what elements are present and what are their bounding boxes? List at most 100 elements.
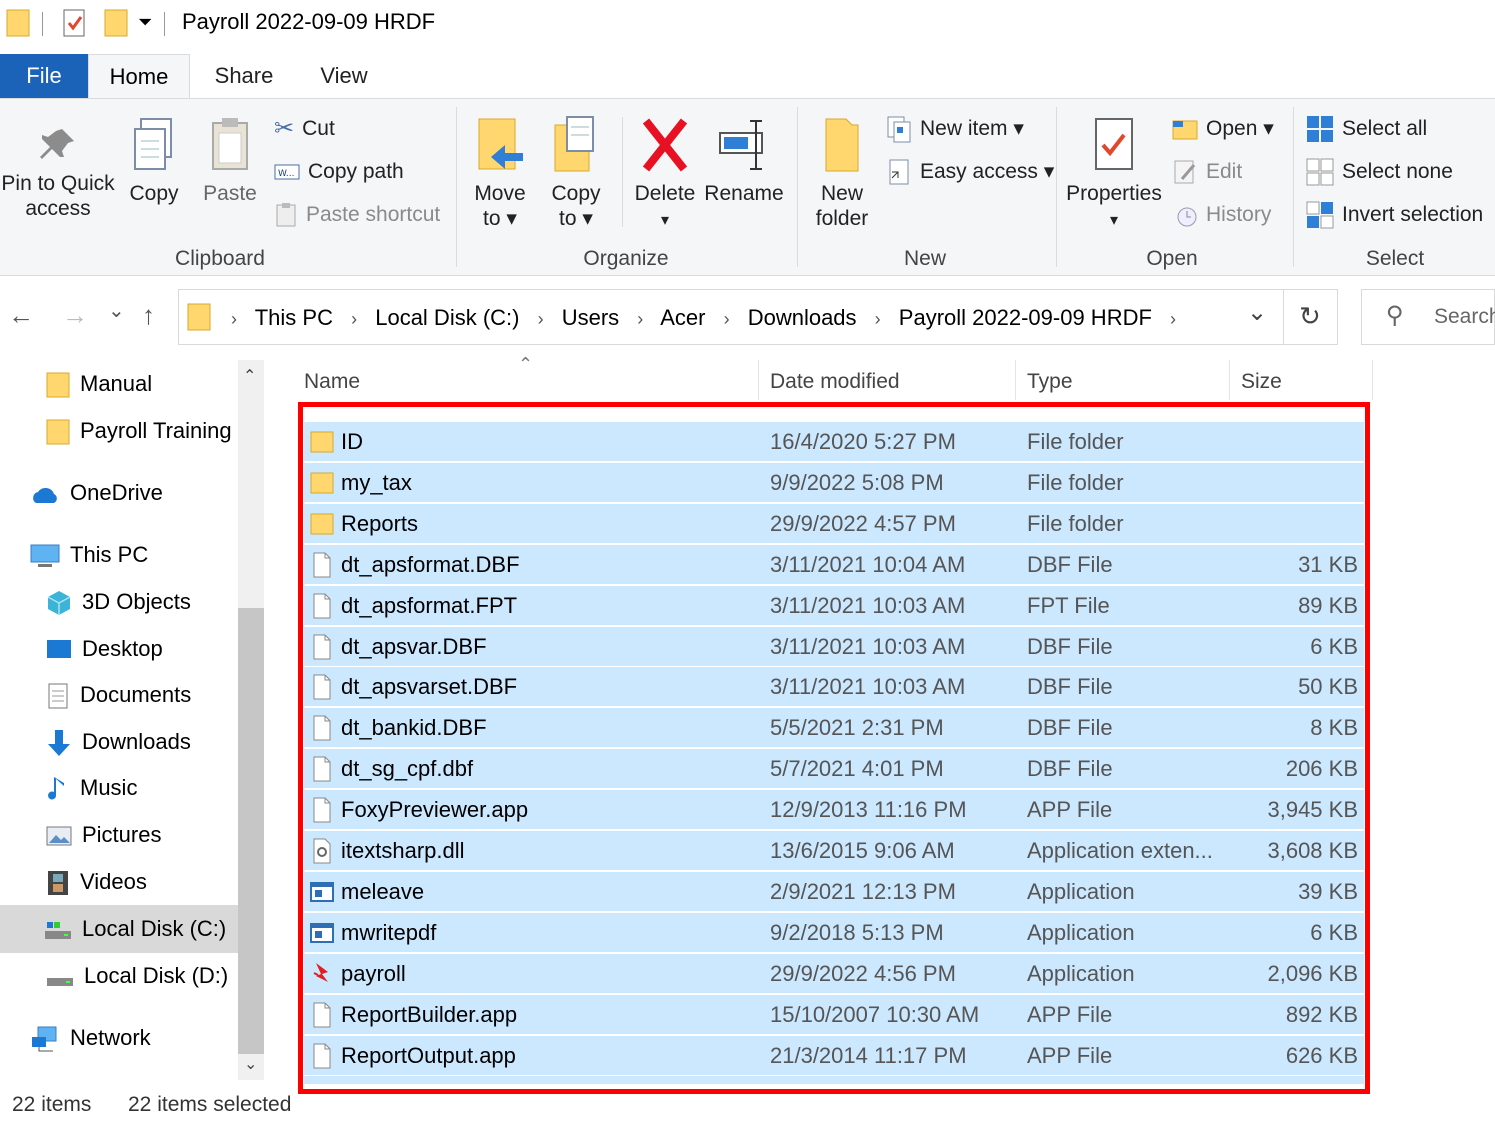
properties-quick-access-icon[interactable] bbox=[62, 8, 88, 40]
file-row[interactable]: dt_apsformat.FPT 3/11/2021 10:03 AM FPT Fi… bbox=[304, 586, 1364, 625]
up-button[interactable]: ↑ bbox=[142, 300, 155, 331]
scroll-down-icon[interactable]: ⌄ bbox=[244, 1054, 257, 1074]
file-row[interactable]: payroll 29/9/2022 4:56 PM Application 2,096… bbox=[304, 954, 1364, 993]
file-row[interactable]: itextsharp.dll 13/6/2015 9:06 AM Applicati… bbox=[304, 831, 1364, 870]
easy-access-button[interactable]: Easy access ▾ bbox=[886, 157, 1054, 187]
refresh-button[interactable]: ↻ bbox=[1299, 301, 1321, 332]
crumb-users[interactable]: Users bbox=[562, 305, 619, 330]
crumb-local-disk-c[interactable]: Local Disk (C:) bbox=[375, 305, 519, 330]
file-row[interactable]: my_tax 9/9/2022 5:08 PM File folder bbox=[304, 463, 1364, 502]
nav-item-payroll-training[interactable]: Payroll Training 2 bbox=[46, 411, 238, 451]
file-name: itextsharp.dll bbox=[341, 838, 465, 863]
file-row[interactable]: dt_apsformat.DBF 3/11/2021 10:04 AM DBF Fi… bbox=[304, 545, 1364, 584]
select-all-icon bbox=[1307, 116, 1333, 143]
copy-label: Copy bbox=[129, 182, 179, 205]
file-row[interactable]: meleave 2/9/2021 12:13 PM Application 39 KB bbox=[304, 872, 1364, 911]
tab-share[interactable]: Share bbox=[196, 54, 292, 98]
edit-button[interactable]: Edit bbox=[1172, 157, 1242, 187]
pin-label-1: Pin to Quick bbox=[1, 172, 115, 195]
pin-to-quick-access-button[interactable]: Pin to Quick access bbox=[0, 125, 116, 221]
file-row[interactable]: Reports 29/9/2022 4:57 PM File folder bbox=[304, 504, 1364, 543]
history-button[interactable]: History bbox=[1172, 200, 1271, 230]
status-item-count: 22 items bbox=[12, 1093, 92, 1116]
divider bbox=[797, 107, 798, 267]
nav-item-manual[interactable]: Manual bbox=[46, 364, 152, 404]
select-none-button[interactable]: Select none bbox=[1306, 157, 1453, 187]
paste-button[interactable]: Paste bbox=[198, 115, 262, 206]
copy-path-button[interactable]: W... Copy path bbox=[274, 157, 404, 187]
crumb-downloads[interactable]: Downloads bbox=[748, 305, 857, 330]
nav-item-local-disk-d[interactable]: Local Disk (D:) bbox=[46, 956, 228, 996]
file-row[interactable]: mwritepdf 9/2/2018 5:13 PM Application 6 KB bbox=[304, 913, 1364, 952]
file-icon bbox=[313, 674, 331, 700]
tab-view[interactable]: View bbox=[300, 54, 388, 98]
scrollbar-thumb[interactable] bbox=[238, 608, 264, 1054]
nav-item-music[interactable]: Music bbox=[46, 768, 137, 808]
status-selected-count: 22 items selected bbox=[128, 1093, 292, 1116]
pin-label-2: access bbox=[25, 197, 91, 220]
file-type: Application bbox=[1027, 920, 1135, 945]
history-clock-icon bbox=[1177, 207, 1197, 227]
search-placeholder[interactable]: Search bbox=[1434, 305, 1495, 329]
nav-item-local-disk-c[interactable]: Local Disk (C:) bbox=[0, 905, 238, 953]
nav-item-videos[interactable]: Videos bbox=[46, 862, 147, 902]
move-to-button[interactable]: Move to ▾ bbox=[468, 115, 532, 231]
column-header-size[interactable]: Size bbox=[1241, 370, 1282, 394]
file-row[interactable]: dt_bankid.DBF 5/5/2021 2:31 PM DBF File 8 K… bbox=[304, 708, 1364, 747]
search-box[interactable]: ⚲ Search bbox=[1361, 289, 1495, 345]
copy-to-button[interactable]: Copy to ▾ bbox=[544, 115, 608, 231]
paste-shortcut-button[interactable]: Paste shortcut bbox=[274, 200, 440, 230]
nav-scrollbar[interactable]: ⌃ ⌄ bbox=[238, 360, 264, 1080]
file-row[interactable]: dt_apsvar.DBF 3/11/2021 10:03 AM DBF File 6… bbox=[304, 627, 1364, 666]
address-bar[interactable]: › This PC › Local Disk (C:) › Users › Ac… bbox=[178, 289, 1338, 345]
column-header-type[interactable]: Type bbox=[1027, 370, 1073, 394]
nav-item-pictures[interactable]: Pictures bbox=[46, 815, 161, 855]
file-date-modified: 12/9/2013 11:16 PM bbox=[770, 797, 967, 822]
scroll-up-icon[interactable]: ⌃ bbox=[243, 366, 256, 386]
file-row[interactable]: dt_apsvarset.DBF 3/11/2021 10:03 AM DBF Fi… bbox=[304, 667, 1364, 706]
crumb-current-folder[interactable]: Payroll 2022-09-09 HRDF bbox=[899, 305, 1152, 330]
tab-file[interactable]: File bbox=[0, 54, 88, 98]
new-folder-quick-access-icon[interactable] bbox=[104, 8, 128, 38]
open-button[interactable]: Open ▾ bbox=[1172, 114, 1274, 144]
nav-item-onedrive[interactable]: OneDrive bbox=[30, 473, 163, 513]
file-row[interactable]: ReportBuilder.app 15/10/2007 10:30 AM APP … bbox=[304, 995, 1364, 1034]
column-header-name[interactable]: Name bbox=[304, 370, 360, 394]
file-row-partial[interactable] bbox=[304, 1076, 1364, 1084]
file-row[interactable]: ID 16/4/2020 5:27 PM File folder bbox=[304, 422, 1364, 461]
rename-button[interactable]: Rename bbox=[704, 115, 784, 206]
copy-button[interactable]: Copy bbox=[124, 115, 184, 206]
file-date-modified: 2/9/2021 12:13 PM bbox=[770, 879, 956, 904]
address-dropdown-button[interactable]: ⌄ bbox=[1247, 298, 1267, 327]
file-row[interactable]: FoxyPreviewer.app 12/9/2013 11:16 PM APP F… bbox=[304, 790, 1364, 829]
new-item-button[interactable]: New item ▾ bbox=[886, 114, 1024, 144]
file-date-modified: 3/11/2021 10:04 AM bbox=[770, 552, 966, 577]
column-header-date[interactable]: Date modified bbox=[770, 370, 900, 394]
customize-toolbar-icon[interactable]: ⏷ bbox=[138, 12, 152, 33]
invert-selection-button[interactable]: Invert selection bbox=[1306, 200, 1483, 230]
nav-item-documents[interactable]: Documents bbox=[46, 675, 191, 715]
app-window-icon bbox=[310, 882, 334, 902]
properties-button[interactable]: Properties ▾ bbox=[1064, 115, 1164, 233]
copy-path-label: Copy path bbox=[308, 160, 404, 183]
file-row[interactable]: ReportOutput.app 21/3/2014 11:17 PM APP Fi… bbox=[304, 1036, 1364, 1075]
nav-item-desktop[interactable]: Desktop bbox=[46, 629, 163, 669]
file-row[interactable]: dt_sg_cpf.dbf 5/7/2021 4:01 PM DBF File 206… bbox=[304, 749, 1364, 788]
back-button[interactable]: ← bbox=[8, 300, 34, 331]
nav-item-downloads[interactable]: Downloads bbox=[46, 722, 191, 762]
new-folder-button[interactable]: New folder bbox=[806, 115, 878, 231]
crumb-this-pc[interactable]: This PC bbox=[255, 305, 333, 330]
copy-to-icon bbox=[554, 116, 594, 172]
select-all-button[interactable]: Select all bbox=[1306, 114, 1427, 144]
recent-locations-button[interactable]: ⌄ bbox=[108, 298, 125, 323]
nav-item-this-pc[interactable]: This PC bbox=[30, 535, 148, 575]
forward-button[interactable]: → bbox=[62, 300, 88, 331]
edit-label: Edit bbox=[1206, 160, 1243, 183]
delete-button[interactable]: Delete ▾ bbox=[632, 115, 698, 233]
nav-item-network[interactable]: Network bbox=[30, 1018, 151, 1058]
nav-item-3d-objects[interactable]: 3D Objects bbox=[46, 582, 191, 622]
file-type: APP File bbox=[1027, 1002, 1113, 1027]
crumb-acer[interactable]: Acer bbox=[660, 305, 705, 330]
cut-button[interactable]: ✂ Cut bbox=[274, 114, 335, 144]
tab-home[interactable]: Home bbox=[88, 54, 190, 98]
